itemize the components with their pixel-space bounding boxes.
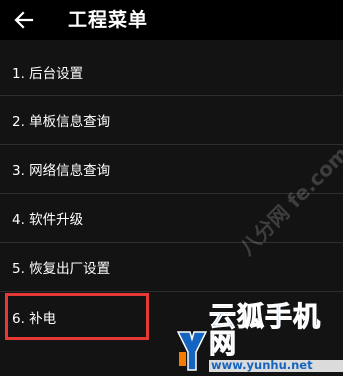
- menu-item-label: 5. 恢复出厂设置: [12, 261, 111, 277]
- arrow-left-icon: [14, 11, 34, 29]
- watermark: 云狐手机网 www.yunhu.net: [176, 302, 343, 372]
- back-button[interactable]: [10, 6, 38, 34]
- menu-item-background-settings[interactable]: 1. 后台设置: [0, 48, 343, 96]
- highlight-box: [5, 293, 149, 340]
- menu-item-label: 2. 单板信息查询: [12, 114, 111, 130]
- watermark-url: www.yunhu.net: [209, 359, 343, 372]
- watermark-title: 云狐手机网: [209, 302, 321, 360]
- fox-logo-icon: [176, 330, 208, 372]
- menu-item-board-info[interactable]: 2. 单板信息查询: [0, 96, 343, 145]
- menu-item-factory-reset[interactable]: 5. 恢复出厂设置: [0, 243, 343, 292]
- app-bar: 工程菜单: [0, 0, 343, 40]
- page-title: 工程菜单: [68, 9, 149, 31]
- menu-item-label: 3. 网络信息查询: [12, 163, 111, 179]
- menu-item-label: 4. 软件升级: [12, 212, 84, 228]
- menu-item-label: 1. 后台设置: [12, 65, 84, 82]
